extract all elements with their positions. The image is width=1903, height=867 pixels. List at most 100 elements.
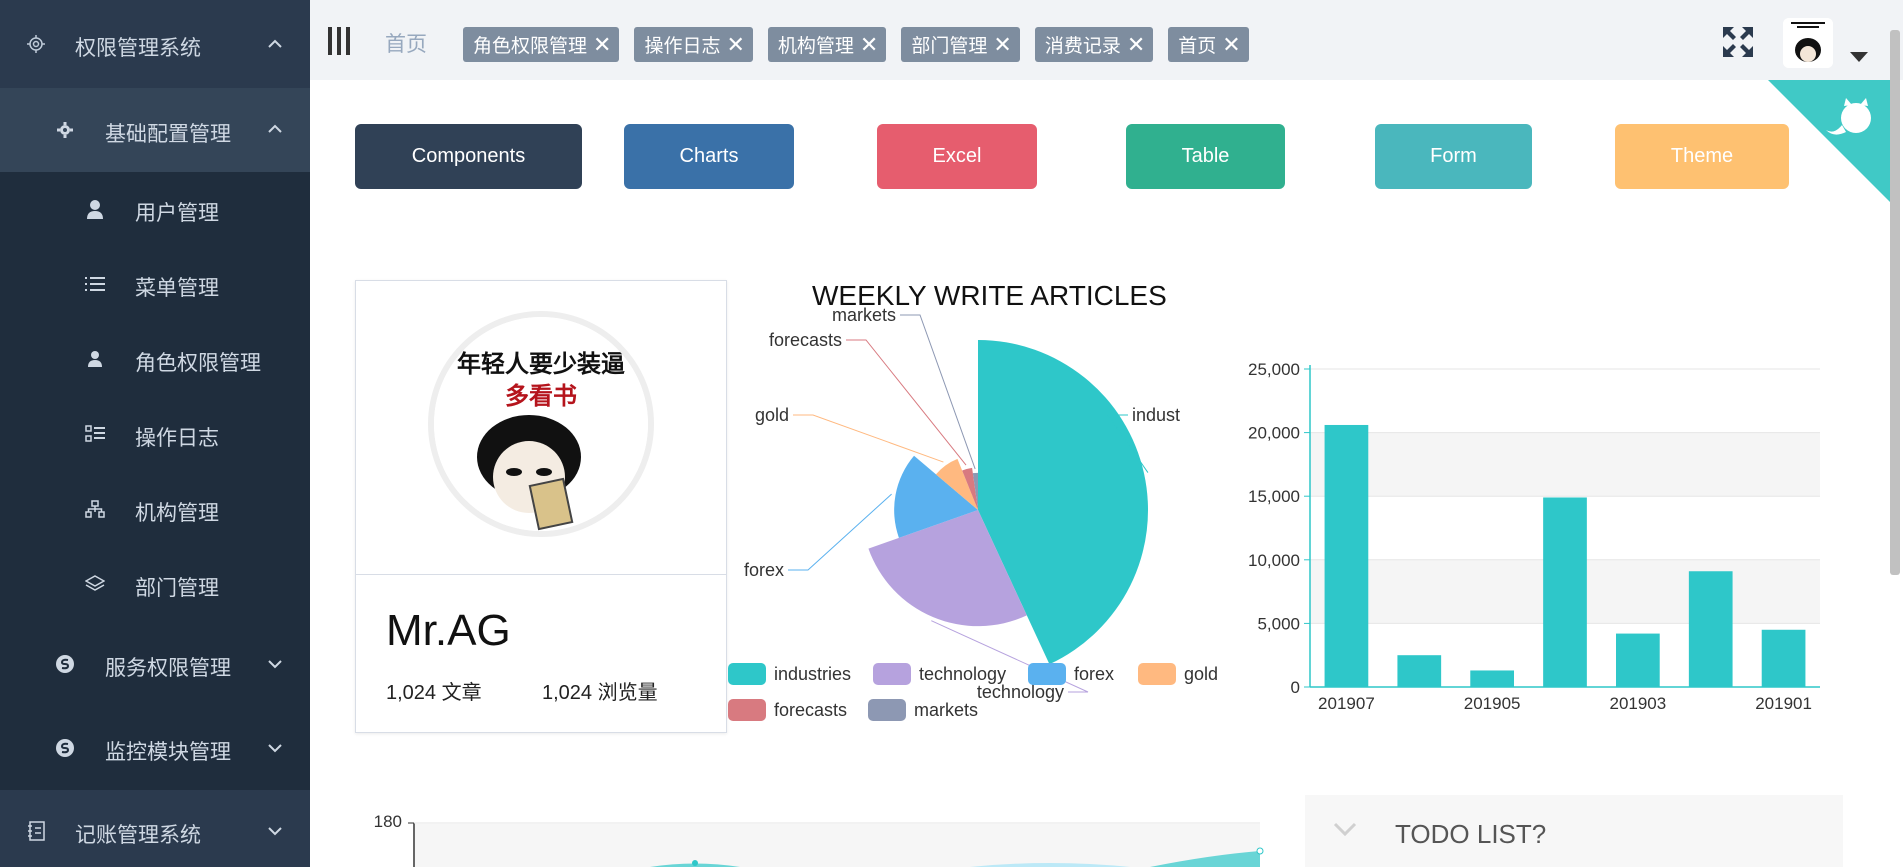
sidebar-item-log[interactable]: 操作日志 <box>0 397 310 472</box>
sidebar-item-dept[interactable]: 部门管理 <box>0 547 310 622</box>
app-root: 权限管理系统 基础配置管理 用户管理 菜单管理 角色权限管理 操作日志 机构管理… <box>0 0 1903 867</box>
close-icon[interactable]: ✕ <box>593 33 611 56</box>
avatar-caption-1: 年轻人要少装逼 <box>457 350 625 378</box>
tag-consumption[interactable]: 消费记录 ✕ <box>1034 27 1154 62</box>
bar-201906[interactable] <box>1397 655 1442 687</box>
legend-swatch <box>868 699 906 721</box>
pie-legend-item[interactable]: markets <box>868 699 978 721</box>
close-icon[interactable]: ✕ <box>1222 33 1240 56</box>
bar-y-tick-label: 15,000 <box>1248 487 1300 506</box>
sidebar-submenu-label: 基础配置管理 <box>105 123 231 146</box>
pie-legend-item[interactable]: industries <box>728 663 851 685</box>
pie-legend-item[interactable]: technology <box>873 663 1006 685</box>
log-icon <box>84 423 106 445</box>
sidebar-menu-label: 服务权限管理 <box>105 657 231 680</box>
tag-home[interactable]: 首页 ✕ <box>1168 27 1249 62</box>
fullscreen-icon[interactable] <box>1723 27 1753 57</box>
bar-201901[interactable] <box>1761 629 1806 687</box>
sidebar-system-label: 记账管理系统 <box>75 824 201 847</box>
charts-button[interactable]: Charts <box>624 124 794 189</box>
sidebar-system-label: 权限管理系统 <box>75 37 201 60</box>
bar-201902[interactable] <box>1688 571 1733 687</box>
area-plot-band <box>415 824 1260 867</box>
sidebar-item-label: 用户管理 <box>135 202 219 225</box>
tag-label: 角色权限管理 <box>473 36 588 57</box>
avatar-caption-2: 多看书 <box>505 383 577 410</box>
chevron-down-icon <box>268 827 282 836</box>
bar-y-tick-label: 10,000 <box>1248 551 1300 570</box>
pie-legend-item[interactable]: forecasts <box>728 699 847 721</box>
sidebar-system-accounting[interactable]: 记账管理系统 <box>0 790 310 867</box>
ledger-icon <box>25 820 47 842</box>
pie-callout-label: forex <box>744 560 784 580</box>
legend-label: markets <box>914 700 978 720</box>
pie-callout-label: indust <box>1132 405 1180 425</box>
sidebar-item-menu[interactable]: 菜单管理 <box>0 247 310 322</box>
bar-chart: 0 5,000 10,000 15,000 20,000 25,000 201907 2019… <box>1248 360 1820 713</box>
pie-legend-item[interactable]: forex <box>1028 663 1114 685</box>
legend-label: industries <box>774 664 851 684</box>
bar-y-tick-label: 0 <box>1291 678 1300 697</box>
theme-button[interactable]: Theme <box>1615 124 1789 189</box>
sidebar-system-permission[interactable]: 权限管理系统 <box>0 0 310 88</box>
list-icon <box>84 273 106 295</box>
org-icon <box>84 498 106 520</box>
close-icon[interactable]: ✕ <box>726 33 744 56</box>
hamburger-icon[interactable] <box>328 27 352 55</box>
pie-callout-line <box>793 414 944 463</box>
bar-y-tick-label: 20,000 <box>1248 424 1300 443</box>
caret-down-icon[interactable] <box>1850 52 1868 62</box>
page-scrollbar[interactable] <box>1890 30 1900 575</box>
sidebar-menu-monitor[interactable]: 监控模块管理 <box>0 706 310 790</box>
cog-icon <box>54 119 76 141</box>
tag-org[interactable]: 机构管理 ✕ <box>767 27 887 62</box>
sidebar-item-role[interactable]: 角色权限管理 <box>0 322 310 397</box>
sidebar-item-user[interactable]: 用户管理 <box>0 172 310 247</box>
sidebar-submenu-basic-config[interactable]: 基础配置管理 <box>0 88 310 172</box>
sidebar-item-org[interactable]: 机构管理 <box>0 472 310 547</box>
pie-legend-item[interactable]: gold <box>1138 663 1218 685</box>
profile-articles: 1,024 文章 <box>386 682 482 704</box>
tag-role-permission[interactable]: 角色权限管理 ✕ <box>463 27 620 62</box>
bar-201904[interactable] <box>1543 497 1587 687</box>
tag-operation-log[interactable]: 操作日志 ✕ <box>634 27 753 62</box>
close-icon[interactable]: ✕ <box>860 33 878 56</box>
sidebar-item-label: 操作日志 <box>135 427 219 450</box>
layers-icon <box>84 573 106 595</box>
breadcrumb-home[interactable]: 首页 <box>385 28 427 58</box>
area-point <box>692 860 698 866</box>
form-button[interactable]: Form <box>1375 124 1532 189</box>
close-icon[interactable]: ✕ <box>1127 33 1145 56</box>
tag-label: 机构管理 <box>777 36 854 57</box>
bar-201903[interactable] <box>1616 633 1660 687</box>
bar-x-tick-label: 201905 <box>1464 694 1521 713</box>
components-button[interactable]: Components <box>355 124 582 189</box>
sidebar-item-label: 机构管理 <box>135 502 219 525</box>
tag-label: 部门管理 <box>911 36 988 57</box>
sidebar-menu-label: 监控模块管理 <box>105 741 231 764</box>
bar-grid-band <box>1310 432 1820 497</box>
profile-avatar: 年轻人要少装逼 多看书 <box>428 311 654 537</box>
sidebar: 权限管理系统 基础配置管理 用户管理 菜单管理 角色权限管理 操作日志 机构管理… <box>0 0 310 867</box>
tag-dept[interactable]: 部门管理 ✕ <box>901 27 1020 62</box>
pie-callout-label: forecasts <box>769 330 842 350</box>
user-avatar[interactable] <box>1783 18 1833 68</box>
pie-callout-line <box>846 339 967 466</box>
area-point <box>1256 847 1264 855</box>
legend-swatch <box>1138 663 1176 685</box>
profile-views: 1,024 浏览量 <box>542 682 658 704</box>
role-icon <box>84 348 106 370</box>
monitor-icon <box>54 737 76 759</box>
chevron-down-icon[interactable] <box>1333 821 1357 837</box>
pie-callout-label: markets <box>832 305 896 325</box>
pie-callout-line <box>900 314 976 470</box>
excel-button[interactable]: Excel <box>877 124 1037 189</box>
rose-pie-chart: indust technology forex gold forecasts market… <box>728 305 1218 721</box>
bar-201907[interactable] <box>1324 424 1369 687</box>
bar-201905[interactable] <box>1470 670 1514 687</box>
bar-x-tick-label: 201903 <box>1609 694 1666 713</box>
bar-x-tick-label: 201901 <box>1755 694 1812 713</box>
close-icon[interactable]: ✕ <box>993 33 1011 56</box>
sidebar-menu-service[interactable]: 服务权限管理 <box>0 622 310 706</box>
table-button[interactable]: Table <box>1126 124 1285 189</box>
